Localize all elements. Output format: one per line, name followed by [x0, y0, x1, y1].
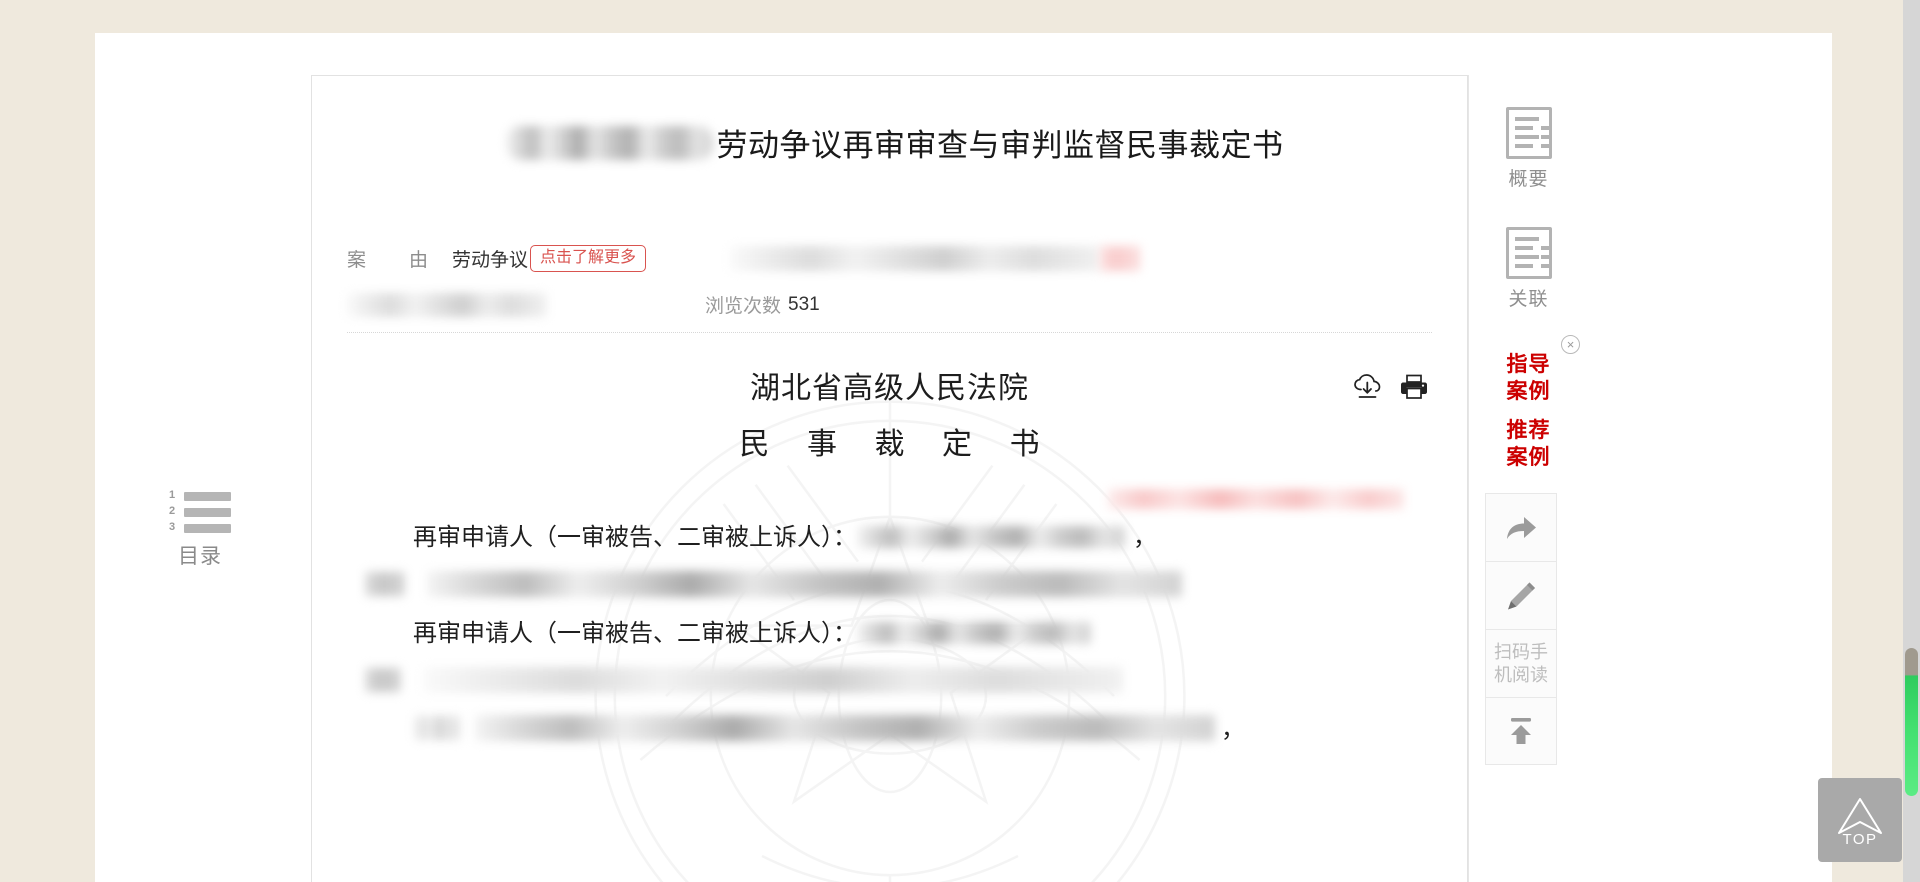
document-body: 再审申请人（一审被告、二审被上诉人）： ， 再审申请人（一审被告、二审被上诉人）：…: [347, 489, 1432, 753]
bar-up-arrow-icon: [1511, 718, 1531, 744]
collapse-top-button[interactable]: [1485, 697, 1557, 765]
promo-line: 指导: [1506, 353, 1551, 376]
toc-number: 3: [169, 521, 176, 533]
paragraph-applicant-2-cont2: ，: [365, 705, 1414, 753]
redacted-address-1a: [365, 572, 405, 596]
promo-block: × 指导 案例 推荐 案例: [1469, 335, 1588, 471]
meta-divider: [347, 332, 1432, 333]
paragraph-applicant-1-cont: [365, 561, 1414, 609]
document-title-row: 劳动争议再审审查与审判监督民事裁定书: [347, 120, 1432, 165]
document-tools: [1353, 373, 1429, 401]
pencil-icon: [1508, 582, 1535, 609]
rail-button-group: 扫码手 机阅读: [1485, 493, 1557, 765]
document-outline-icon: [1505, 107, 1552, 159]
toc-rail[interactable]: 1 2 3 目录: [145, 489, 255, 570]
views-count: 531: [788, 293, 820, 315]
paragraph-applicant-2: 再审申请人（一审被告、二审被上诉人）：: [365, 609, 1414, 657]
share-button[interactable]: [1485, 493, 1557, 561]
redacted-address-2c: [413, 716, 461, 740]
toc-bar: [184, 524, 231, 533]
paragraph-applicant-1: 再审申请人（一审被告、二审被上诉人）： ，: [365, 513, 1414, 561]
cause-value: 劳动争议: [452, 249, 529, 271]
page-scrollbar-thumb[interactable]: [1905, 648, 1918, 796]
ordered-list-icon: 1 2 3: [169, 489, 231, 538]
paragraph-label: 再审申请人（一审被告、二审被上诉人）：: [413, 619, 857, 647]
toc-number: 1: [169, 489, 176, 501]
scroll-to-top-button[interactable]: TOP: [1818, 778, 1902, 862]
promo-recommended-cases[interactable]: 推荐 案例: [1469, 417, 1588, 471]
court-name: 湖北省高级人民法院: [750, 371, 1029, 406]
promo-gap: [1469, 405, 1588, 417]
learn-more-badge[interactable]: 点击了解更多: [530, 244, 647, 272]
cloud-download-icon[interactable]: [1353, 373, 1383, 401]
paragraph-applicant-2-cont: [365, 657, 1414, 705]
toc-bar: [184, 492, 231, 501]
views-label: 浏览次数: [705, 296, 782, 317]
toc-number: 2: [169, 505, 176, 517]
page-scrollbar-track[interactable]: [1903, 0, 1920, 882]
redacted-meta-right-pink: [1100, 245, 1141, 271]
qr-read-label-2: 机阅读: [1494, 664, 1548, 685]
redacted-case-number: [1108, 489, 1404, 509]
right-rail: 概要 关联 × 指导 案例 推荐 案例 扫码手 机阅读: [1468, 75, 1588, 882]
app-root: 1 2 3 目录 劳动争议再审审查与审判监督民事裁定书 案 由 劳动争议 点击了…: [0, 0, 1920, 882]
page-title: 劳动争议再审审查与审判监督民事裁定书: [716, 128, 1284, 164]
qr-read-button[interactable]: 扫码手 机阅读: [1485, 629, 1557, 697]
document-card: 劳动争议再审审查与审判监督民事裁定书 案 由 劳动争议 点击了解更多 浏览次数 …: [311, 75, 1468, 882]
redacted-address-2d: [475, 715, 1215, 741]
redacted-address-1b: [427, 571, 1182, 597]
promo-guiding-cases[interactable]: 指导 案例: [1469, 351, 1588, 405]
printer-icon[interactable]: [1399, 373, 1429, 401]
cause-label: 案 由: [347, 249, 441, 271]
toc-bar: [184, 508, 231, 517]
toc-label: 目录: [178, 545, 222, 568]
promo-line: 推荐: [1506, 419, 1551, 442]
redacted-meta-left: [347, 292, 547, 317]
document-outline-icon: [1505, 227, 1552, 279]
close-icon[interactable]: ×: [1561, 335, 1580, 354]
rail-item-summary[interactable]: 概要: [1469, 107, 1588, 191]
qr-read-label-1: 扫码手: [1494, 641, 1548, 662]
redacted-address-2b: [423, 667, 1123, 693]
redacted-title-party: [505, 125, 713, 160]
redacted-party-name-1: [857, 525, 1125, 548]
redacted-party-name-2: [857, 621, 1091, 644]
rail-item-label: 概要: [1508, 169, 1549, 190]
document-meta: 案 由 劳动争议 点击了解更多 浏览次数 531: [347, 241, 1432, 333]
redacted-meta-right: [730, 245, 1101, 271]
top-button-label: TOP: [1842, 830, 1878, 848]
paragraph-comma: ，: [1133, 523, 1157, 551]
paragraph-label: 再审申请人（一审被告、二审被上诉人）：: [413, 523, 857, 551]
meta-row-views: 浏览次数 531: [347, 291, 1432, 318]
paragraph-comma-2: ，: [1221, 715, 1245, 743]
document-kind: 民 事 裁 定 书: [739, 427, 1054, 462]
note-button[interactable]: [1485, 561, 1557, 629]
document-inner: 劳动争议再审审查与审判监督民事裁定书 案 由 劳动争议 点击了解更多 浏览次数 …: [312, 120, 1467, 753]
promo-line: 案例: [1506, 446, 1551, 469]
redacted-address-2a: [365, 668, 401, 692]
promo-line: 案例: [1506, 380, 1551, 403]
rail-item-label: 关联: [1508, 289, 1549, 310]
redacted-pink-line-row: [365, 489, 1414, 513]
rail-item-related[interactable]: 关联: [1469, 227, 1588, 311]
share-arrow-icon: [1507, 516, 1536, 539]
meta-row-cause: 案 由 劳动争议 点击了解更多: [347, 241, 1432, 275]
